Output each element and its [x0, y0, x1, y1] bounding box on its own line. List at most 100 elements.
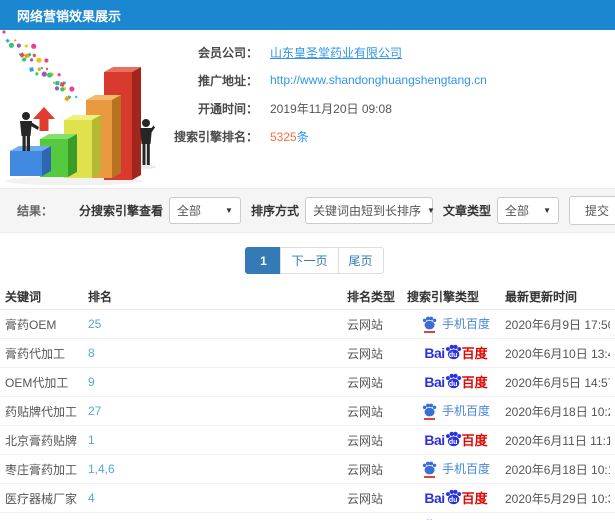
mobile-baidu-badge: 手机百度: [422, 316, 490, 333]
results-table: 关键词 排名 排名类型 搜索引擎类型 最新更新时间 膏药OEM 25 云网站 手…: [0, 284, 615, 520]
summary-section: 会员公司： 山东皇圣堂药业有限公司 推广地址： http://www.shand…: [0, 30, 615, 188]
keyword-cell: 北京膏药贴牌: [5, 433, 78, 448]
table-row: 菏泽膏药厂家 17 云网站 手机百度 2020年6月11日 11:40: [0, 513, 615, 520]
baidu-paw-icon: du: [445, 489, 462, 505]
table-row: OEM代加工 9 云网站 Bai du 百度 2020年6月5日 14:57: [0, 368, 615, 397]
baidu-paw-icon: du: [445, 373, 462, 389]
info-label: 推广地址：: [197, 73, 258, 88]
baidu-paw-icon: du: [445, 431, 462, 447]
rank-link[interactable]: 8: [88, 346, 95, 360]
engine-cell: Bai du 百度: [407, 489, 505, 507]
filter-selected-value: 全部: [176, 204, 201, 218]
filter-label: 文章类型: [442, 204, 491, 218]
mobile-baidu-label: 手机百度: [441, 462, 490, 476]
info-label: 搜索引擎排名：: [173, 129, 258, 144]
rank-link[interactable]: 4: [88, 491, 95, 505]
info-value: 5325条: [270, 129, 309, 144]
rank-type-cell: 云网站: [347, 404, 384, 419]
baidu-paw-icon: du: [445, 344, 462, 360]
filter-select[interactable]: 关键词由短到长排序 ▼: [304, 197, 435, 224]
rank-type-cell: 云网站: [347, 346, 384, 361]
bar-chart-illustration: [0, 30, 162, 188]
updated-cell: 2020年5月29日 10:32: [505, 491, 610, 506]
info-label: 会员公司：: [197, 45, 258, 60]
table-row: 北京膏药贴牌 1 云网站 Bai du 百度 2020年6月11日 11:18: [0, 426, 615, 455]
filter-group: 分搜索引擎查看 全部 ▼: [69, 197, 241, 224]
engine-cell: Bai du 百度: [407, 373, 505, 391]
updated-cell: 2020年6月5日 14:57: [505, 375, 610, 390]
engine-cell: Bai du 百度: [407, 431, 505, 449]
rank-link[interactable]: 9: [88, 375, 95, 389]
pagination-item[interactable]: 尾页: [337, 247, 384, 274]
filter-select[interactable]: 全部 ▼: [168, 197, 241, 224]
rank-link[interactable]: 1: [88, 433, 95, 447]
page-title: 网络营销效果展示: [17, 8, 122, 24]
baidu-logo: Bai du 百度: [424, 431, 488, 448]
rank-link[interactable]: 27: [88, 404, 101, 418]
info-value: 2019年11月20日 09:08: [270, 101, 392, 116]
filter-selected-value: 关键词由短到长排序: [312, 204, 421, 218]
chevron-down-icon: ▼: [543, 206, 551, 215]
marketing-report-page: 网络营销效果展示 会员公司： 山东皇圣堂药业有限公司 推广地址： http://…: [0, 0, 615, 520]
baidu-logo: Bai du 百度: [424, 489, 488, 506]
header-rank: 排名: [88, 290, 113, 304]
filter-group: 排序方式 关键词由短到长排序 ▼: [241, 197, 435, 224]
filter-label: 排序方式: [250, 204, 299, 218]
pagination: 1 下一页 尾页: [14, 247, 615, 274]
filter-selected-value: 全部: [504, 204, 529, 218]
filter-bar: 结果： 分搜索引擎查看 全部 ▼ 排序方式 关键词由短到长排序 ▼ 文章类型 全…: [0, 188, 615, 233]
table-row: 医疗器械厂家 4 云网站 Bai du 百度 2020年5月29日 10:32: [0, 484, 615, 513]
info-row: 会员公司： 山东皇圣堂药业有限公司: [162, 38, 615, 66]
info-row: 搜索引擎排名： 5325条: [162, 122, 615, 150]
updated-cell: 2020年6月10日 13:40: [505, 346, 610, 361]
keyword-cell: 膏药OEM: [5, 317, 57, 332]
filter-select[interactable]: 全部 ▼: [496, 197, 559, 224]
updated-cell: 2020年6月18日 10:19: [505, 462, 610, 477]
rank-link[interactable]: 1,4,6: [88, 462, 115, 476]
info-row: 开通时间： 2019年11月20日 09:08: [162, 94, 615, 122]
mobile-baidu-label: 手机百度: [441, 404, 490, 418]
company-info: 会员公司： 山东皇圣堂药业有限公司 推广地址： http://www.shand…: [162, 30, 615, 188]
mobile-baidu-label: 手机百度: [441, 317, 490, 331]
mobile-baidu-paw-icon: [422, 403, 437, 420]
mobile-baidu-paw-icon: [422, 461, 437, 478]
chevron-down-icon: ▼: [225, 206, 233, 215]
engine-cell: 手机百度: [407, 316, 505, 333]
filter-controls: 分搜索引擎查看 全部 ▼ 排序方式 关键词由短到长排序 ▼ 文章类型 全部 ▼: [69, 197, 559, 224]
pagination-current-page[interactable]: 1: [245, 247, 282, 274]
table-row: 药贴牌代加工 27 云网站 手机百度 2020年6月18日 10:25: [0, 397, 615, 426]
engine-cell: 手机百度: [407, 403, 505, 420]
table-row: 枣庄膏药加工 1,4,6 云网站 手机百度 2020年6月18日 10:19: [0, 455, 615, 484]
keyword-cell: 枣庄膏药加工: [5, 462, 78, 477]
header-keyword: 关键词: [5, 290, 42, 304]
result-label: 结果：: [17, 204, 54, 218]
keyword-cell: OEM代加工: [5, 375, 69, 390]
bar-blue: [10, 146, 51, 176]
updated-cell: 2020年6月11日 11:18: [505, 433, 610, 448]
header-rank-type: 排名类型: [347, 290, 396, 304]
keyword-cell: 膏药代加工: [5, 346, 66, 361]
baidu-logo: Bai du 百度: [424, 373, 488, 390]
info-value[interactable]: http://www.shandonghuangshengtang.cn: [270, 73, 487, 87]
info-value[interactable]: 山东皇圣堂药业有限公司: [270, 44, 402, 61]
confetti-decoration: [2, 30, 78, 102]
keyword-cell: 医疗器械厂家: [5, 491, 78, 506]
rank-type-cell: 云网站: [347, 433, 384, 448]
submit-button[interactable]: 提交: [568, 196, 615, 225]
engine-cell: 手机百度: [407, 461, 505, 478]
mobile-baidu-badge: 手机百度: [422, 403, 490, 420]
mobile-baidu-badge: 手机百度: [422, 461, 490, 478]
filter-label: 分搜索引擎查看: [78, 204, 163, 218]
rank-link[interactable]: 25: [88, 317, 101, 331]
info-label: 开通时间：: [197, 101, 258, 116]
header-engine-type: 搜索引擎类型: [407, 290, 480, 304]
filter-group: 文章类型 全部 ▼: [433, 197, 559, 224]
table-row: 膏药OEM 25 云网站 手机百度 2020年6月9日 17:50: [0, 310, 615, 339]
rank-type-cell: 云网站: [347, 462, 384, 477]
baidu-logo: Bai du 百度: [424, 344, 488, 361]
rank-type-cell: 云网站: [347, 491, 384, 506]
info-row: 推广地址： http://www.shandonghuangshengtang.…: [162, 66, 615, 94]
pagination-item[interactable]: 下一页: [280, 247, 339, 274]
businessman-right: [140, 119, 155, 165]
engine-cell: Bai du 百度: [407, 344, 505, 362]
